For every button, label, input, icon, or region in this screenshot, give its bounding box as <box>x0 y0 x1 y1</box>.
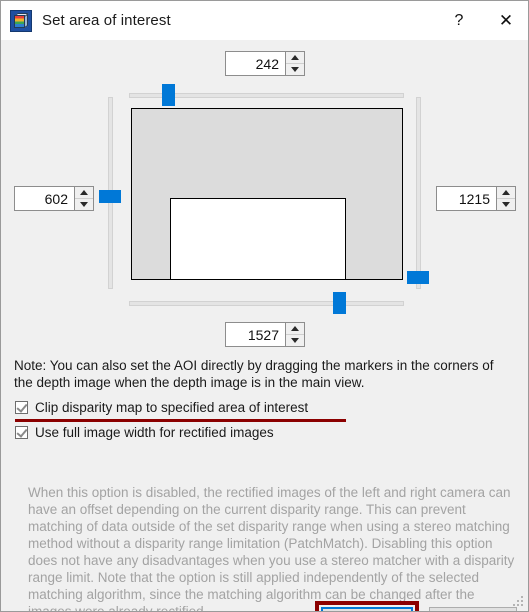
spinner-down-icon[interactable] <box>286 64 304 75</box>
help-icon[interactable]: ? <box>436 1 482 40</box>
slider-groove <box>416 97 421 289</box>
checkbox-checked-icon[interactable] <box>15 426 28 439</box>
full-image-width-label: Use full image width for rectified image… <box>35 425 274 440</box>
aoi-cube-icon <box>10 9 32 32</box>
aoi-selection-rect[interactable] <box>170 198 346 280</box>
checkbox-checked-icon[interactable] <box>15 401 28 414</box>
aoi-bottom-slider[interactable] <box>129 292 404 314</box>
spinner-up-icon[interactable] <box>286 52 304 64</box>
clip-disparity-checkbox-row[interactable]: Clip disparity map to specified area of … <box>15 400 308 415</box>
cancel-button[interactable]: Cancel <box>429 607 517 611</box>
set-area-of-interest-dialog: Set area of interest ? ✕ 242 602 1215 15… <box>0 0 529 612</box>
slider-handle[interactable] <box>333 292 346 314</box>
spinner-up-icon[interactable] <box>286 323 304 335</box>
slider-handle[interactable] <box>162 84 175 106</box>
aoi-bottom-stepper[interactable] <box>285 323 304 346</box>
aoi-right-spinbox[interactable]: 1215 <box>436 186 516 211</box>
aoi-note: Note: You can also set the AOI directly … <box>14 358 494 390</box>
aoi-top-value[interactable]: 242 <box>226 52 285 75</box>
dialog-body: 242 602 1215 1527 Note: You can also set… <box>1 40 528 611</box>
spinner-up-icon[interactable] <box>75 187 93 199</box>
window-title: Set area of interest <box>42 12 171 29</box>
aoi-right-value[interactable]: 1215 <box>437 187 496 210</box>
aoi-top-stepper[interactable] <box>285 52 304 75</box>
aoi-left-stepper[interactable] <box>74 187 93 210</box>
aoi-top-spinbox[interactable]: 242 <box>225 51 305 76</box>
slider-groove <box>129 301 404 306</box>
ok-button[interactable]: OK <box>321 607 413 611</box>
resize-grip-icon[interactable] <box>513 596 524 607</box>
slider-handle[interactable] <box>407 271 429 284</box>
aoi-left-spinbox[interactable]: 602 <box>14 186 94 211</box>
full-image-width-description: When this option is disabled, the rectif… <box>28 485 515 612</box>
clip-disparity-label: Clip disparity map to specified area of … <box>35 400 309 415</box>
aoi-bottom-spinbox[interactable]: 1527 <box>225 322 305 347</box>
aoi-left-slider[interactable] <box>99 97 121 289</box>
slider-handle[interactable] <box>99 190 121 203</box>
full-image-width-checkbox-row[interactable]: Use full image width for rectified image… <box>15 425 274 440</box>
aoi-left-value[interactable]: 602 <box>15 187 74 210</box>
aoi-bottom-value[interactable]: 1527 <box>226 323 285 346</box>
aoi-top-slider[interactable] <box>129 84 404 106</box>
spinner-up-icon[interactable] <box>497 187 515 199</box>
spinner-down-icon[interactable] <box>75 199 93 210</box>
aoi-right-slider[interactable] <box>407 97 429 289</box>
aoi-preview[interactable] <box>131 108 403 280</box>
close-icon[interactable]: ✕ <box>482 1 528 40</box>
spinner-down-icon[interactable] <box>286 335 304 346</box>
spinner-down-icon[interactable] <box>497 199 515 210</box>
clip-disparity-highlight-underline <box>15 419 346 422</box>
titlebar-buttons: ? ✕ <box>436 1 528 40</box>
titlebar: Set area of interest ? ✕ <box>1 1 528 40</box>
aoi-right-stepper[interactable] <box>496 187 515 210</box>
